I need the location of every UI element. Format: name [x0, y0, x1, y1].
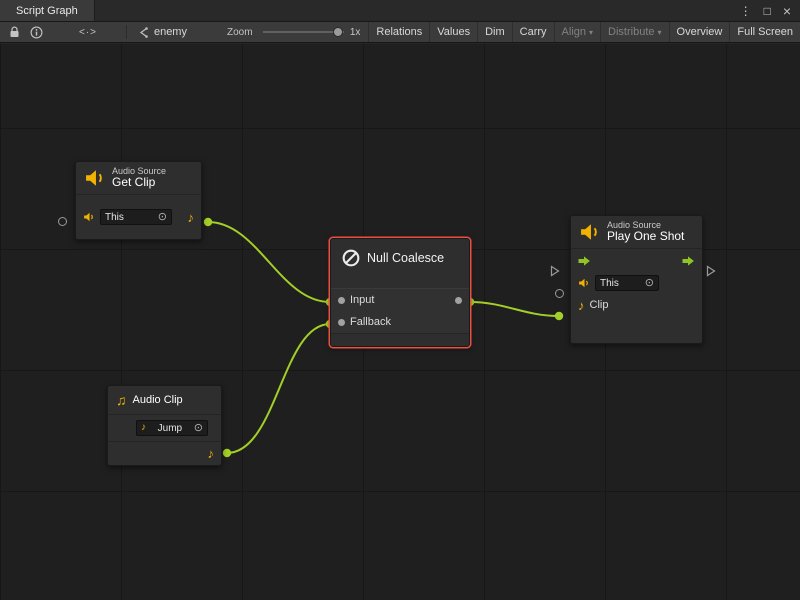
output-port[interactable] — [455, 297, 462, 304]
flow-in-port[interactable] — [550, 265, 560, 277]
zoom-slider[interactable] — [263, 31, 344, 33]
tab-bar: Script Graph ⋮ □ × — [0, 0, 800, 22]
port-row-input: Input — [331, 289, 469, 311]
field-jump[interactable]: ♪ Jump ⊙ — [136, 420, 208, 436]
chevron-down-icon: ▾ — [589, 28, 593, 37]
tab-script-graph[interactable]: Script Graph — [0, 0, 95, 21]
tab-title: Script Graph — [16, 5, 78, 17]
unity-script-graph-window: Script Graph ⋮ □ × <·> enemy Zoom 1x Rel… — [0, 0, 800, 600]
zoom-value: 1x — [350, 27, 361, 38]
node-play-one-shot-header: Audio Source Play One Shot — [571, 216, 702, 248]
flow-row — [571, 248, 702, 272]
zoom-handle[interactable] — [333, 27, 343, 37]
wire-getclip-to-input — [208, 222, 330, 302]
audio-clip-value-row: ♪ Jump ⊙ — [108, 414, 221, 441]
maximize-icon[interactable]: □ — [764, 5, 771, 17]
wire-output-to-clip — [470, 302, 559, 316]
music-note-icon: ♪ — [578, 299, 585, 312]
button-align[interactable]: Align▾ — [554, 22, 600, 42]
button-overview[interactable]: Overview — [669, 22, 730, 42]
fallback-port[interactable] — [338, 319, 345, 326]
node-title: Audio Clip — [133, 394, 183, 406]
node-get-clip-header: Audio Source Get Clip — [76, 162, 201, 194]
code-icon[interactable]: <·> — [74, 22, 102, 42]
speaker-icon — [578, 277, 590, 289]
node-title: Get Clip — [112, 176, 166, 190]
button-full-screen[interactable]: Full Screen — [729, 22, 800, 42]
close-icon[interactable]: × — [783, 4, 791, 18]
wire-audioclip-to-fallback — [227, 324, 330, 453]
speaker-icon — [83, 211, 95, 223]
node-audio-clip[interactable]: ♫ Audio Clip ♪ Jump ⊙ ♪ — [107, 385, 222, 466]
zoom-label: Zoom — [227, 27, 253, 38]
input-port[interactable] — [338, 297, 345, 304]
button-relations[interactable]: Relations — [368, 22, 429, 42]
get-clip-target-port[interactable] — [58, 217, 67, 226]
graph-name-label: enemy — [154, 26, 187, 38]
node-title: Null Coalesce — [367, 251, 444, 265]
object-picker-icon[interactable]: ⊙ — [645, 278, 654, 289]
node-audio-clip-header: ♫ Audio Clip — [108, 386, 221, 414]
object-picker-icon[interactable]: ⊙ — [194, 423, 203, 434]
node-title: Play One Shot — [607, 230, 684, 244]
node-null-coalesce[interactable]: Null Coalesce Input Fallback — [330, 238, 470, 347]
flow-out-arrow-icon[interactable] — [682, 256, 695, 266]
toolbar-buttons: Relations Values Dim Carry Align▾ Distri… — [368, 22, 800, 42]
node-get-clip[interactable]: Audio Source Get Clip This ⊙ ♪ — [75, 161, 202, 240]
port-row-fallback: Fallback — [331, 311, 469, 333]
audio-source-icon — [579, 221, 601, 243]
flow-out-port[interactable] — [706, 265, 716, 277]
graph-toolbar: <·> enemy Zoom 1x Relations Values Dim C… — [0, 22, 800, 43]
chevron-down-icon: ▾ — [658, 28, 662, 37]
lock-icon[interactable] — [4, 22, 25, 42]
audio-clip-icon: ♫ — [116, 393, 127, 407]
toolbar-separator — [126, 25, 127, 39]
button-carry[interactable]: Carry — [512, 22, 554, 42]
graph-canvas[interactable]: Audio Source Get Clip This ⊙ ♪ Null Coal… — [0, 44, 800, 600]
play-one-shot-target-port[interactable] — [555, 289, 564, 298]
music-note-icon: ♪ — [141, 423, 146, 433]
button-dim[interactable]: Dim — [477, 22, 512, 42]
object-picker-icon[interactable]: ⊙ — [158, 212, 167, 223]
audio-clip-output-row: ♪ — [108, 441, 221, 465]
flow-in-arrow-icon[interactable] — [578, 256, 591, 266]
music-note-icon: ♪ — [208, 447, 215, 460]
target-row: This ⊙ — [571, 272, 702, 294]
button-values[interactable]: Values — [429, 22, 477, 42]
field-this[interactable]: This ⊙ — [100, 209, 172, 225]
info-icon[interactable] — [25, 22, 48, 42]
field-this[interactable]: This ⊙ — [595, 275, 659, 291]
kebab-menu-icon[interactable]: ⋮ — [740, 5, 752, 17]
node-get-clip-body-row: This ⊙ ♪ — [76, 194, 201, 239]
null-coalesce-icon — [341, 248, 361, 268]
clip-row: ♪ Clip — [571, 294, 702, 316]
button-distribute[interactable]: Distribute▾ — [600, 22, 668, 42]
music-note-icon: ♪ — [188, 211, 195, 224]
node-play-one-shot[interactable]: Audio Source Play One Shot This ⊙ ♪ Clip — [570, 215, 703, 344]
node-null-coalesce-header: Null Coalesce — [331, 239, 469, 272]
audio-source-icon — [84, 167, 106, 189]
null-coalesce-ports: Input Fallback — [331, 288, 469, 334]
window-controls: ⋮ □ × — [731, 0, 800, 21]
graph-asset-icon — [133, 22, 154, 42]
